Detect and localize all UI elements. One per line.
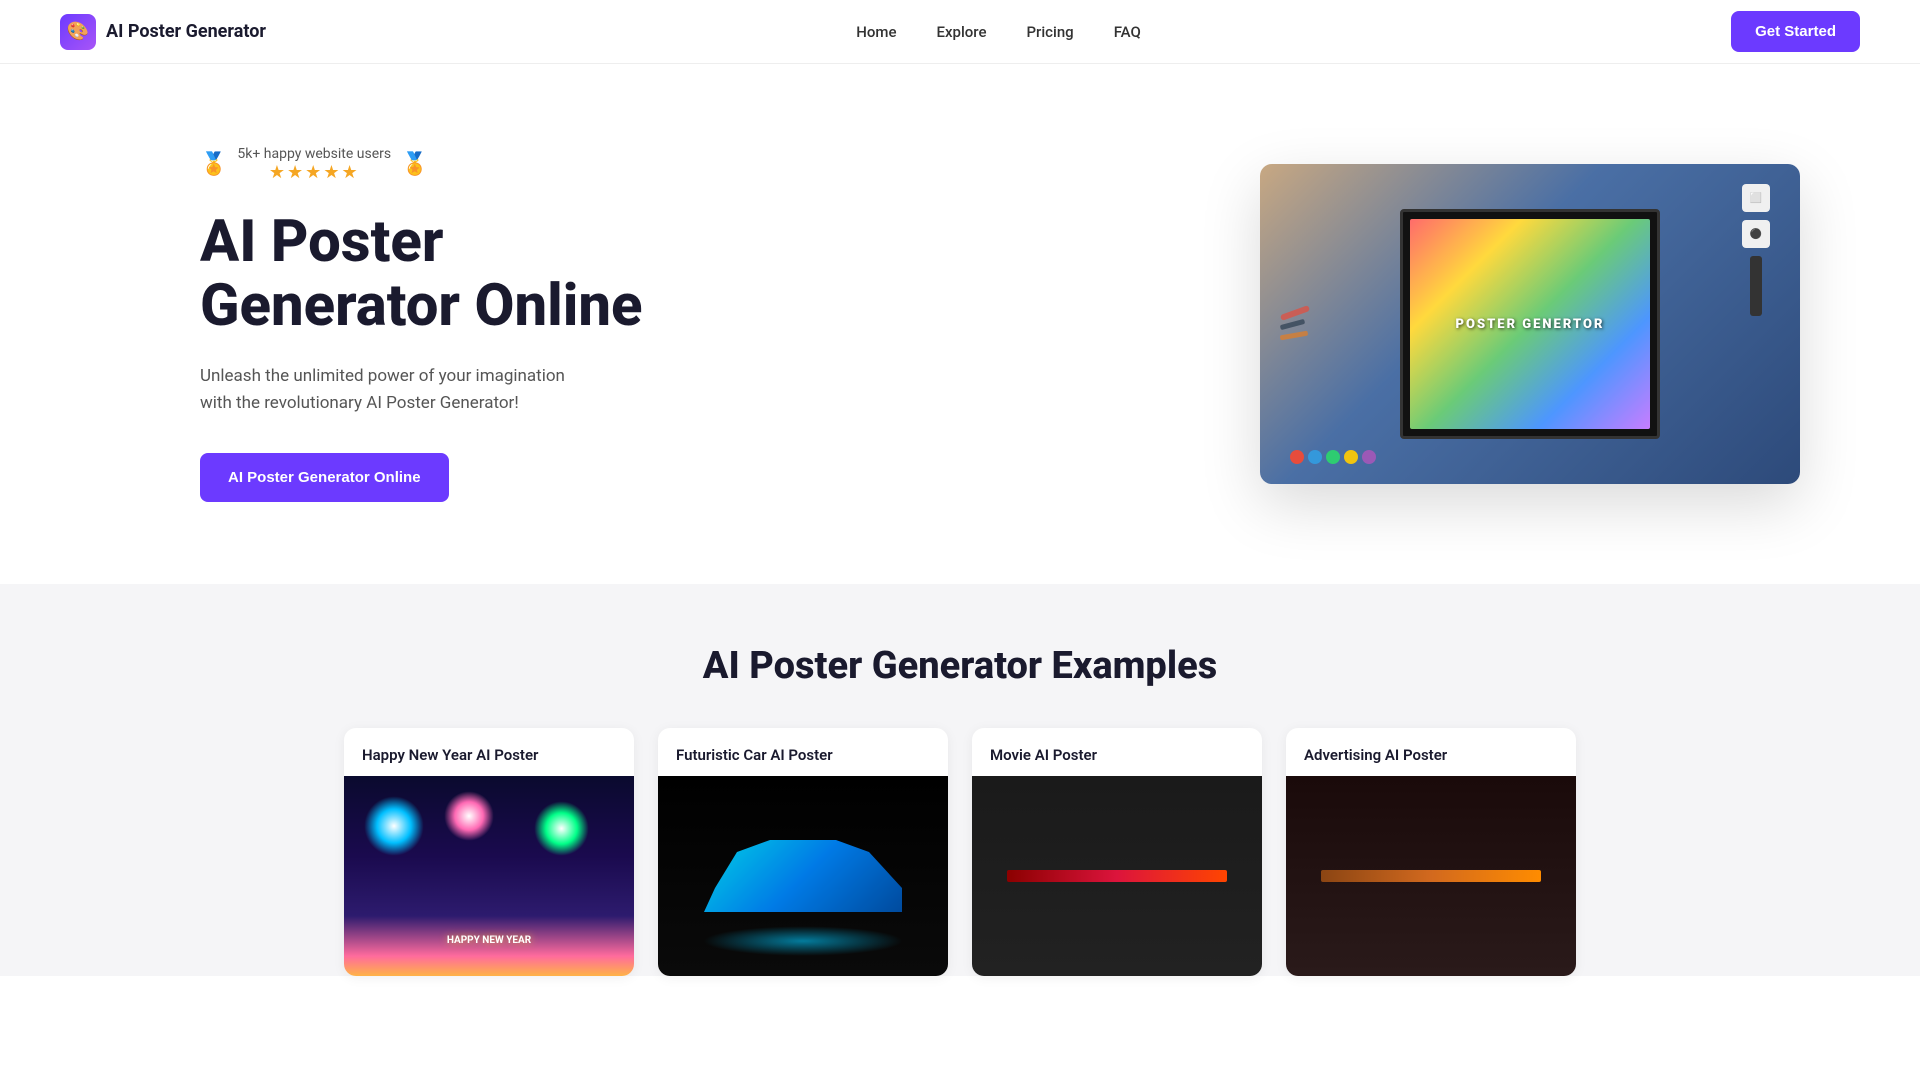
- navbar: 🎨 AI Poster Generator Home Explore Prici…: [0, 0, 1920, 64]
- happy-new-year-text: HAPPY NEW YEAR: [447, 935, 531, 946]
- car-shape: [693, 816, 913, 936]
- laurel-left-icon: 🏅: [200, 152, 227, 177]
- nav-faq[interactable]: FAQ: [1114, 23, 1141, 41]
- ad-bar: [1321, 870, 1541, 882]
- card-image-futuristic-car: [658, 776, 948, 976]
- logo[interactable]: 🎨 AI Poster Generator: [60, 14, 266, 50]
- firework-2: [444, 791, 494, 841]
- hero-image-area: POSTER GENERTOR ⬜ ⚫: [1260, 164, 1800, 484]
- hero-badge: 🏅 5k+ happy website users ★★★★★ 🏅: [200, 146, 660, 183]
- tool-icons: ⬜ ⚫: [1742, 184, 1770, 316]
- card-title-advertising: Advertising AI Poster: [1286, 728, 1576, 776]
- laurel-right-icon: 🏅: [401, 152, 428, 177]
- examples-title: AI Poster Generator Examples: [60, 644, 1860, 688]
- card-title-futuristic-car: Futuristic Car AI Poster: [658, 728, 948, 776]
- firework-1: [364, 796, 424, 856]
- hero-subtitle: Unleash the unlimited power of your imag…: [200, 363, 580, 417]
- hero-content: 🏅 5k+ happy website users ★★★★★ 🏅 AI Pos…: [200, 146, 660, 502]
- car-glow: [703, 926, 903, 956]
- logo-icon: 🎨: [60, 14, 96, 50]
- card-title-movie: Movie AI Poster: [972, 728, 1262, 776]
- tool-icon-2: ⚫: [1742, 220, 1770, 248]
- examples-section: AI Poster Generator Examples Happy New Y…: [0, 584, 1920, 976]
- nav-links: Home Explore Pricing FAQ: [856, 23, 1141, 41]
- logo-text: AI Poster Generator: [106, 21, 266, 42]
- get-started-button[interactable]: Get Started: [1731, 11, 1860, 52]
- example-card-happy-new-year[interactable]: Happy New Year AI Poster HAPPY NEW YEAR: [344, 728, 634, 976]
- examples-grid: Happy New Year AI Poster HAPPY NEW YEAR …: [60, 728, 1860, 976]
- badge-label: 5k+ happy website users: [237, 146, 391, 162]
- nav-home[interactable]: Home: [856, 23, 896, 41]
- tool-pen: [1750, 256, 1762, 316]
- card-image-movie: [972, 776, 1262, 976]
- tool-icon-1: ⬜: [1742, 184, 1770, 212]
- hero-cta-button[interactable]: AI Poster Generator Online: [200, 453, 449, 502]
- movie-bar: [1007, 870, 1227, 882]
- badge-text-block: 5k+ happy website users ★★★★★: [237, 146, 391, 183]
- firework-3: [534, 801, 589, 856]
- poster-inner: POSTER GENERTOR: [1410, 219, 1650, 429]
- hero-image: POSTER GENERTOR ⬜ ⚫: [1260, 164, 1800, 484]
- hero-image-container: POSTER GENERTOR ⬜ ⚫: [1260, 164, 1800, 484]
- example-card-movie[interactable]: Movie AI Poster: [972, 728, 1262, 976]
- card-title-happy-new-year: Happy New Year AI Poster: [344, 728, 634, 776]
- color-palette: [1290, 450, 1376, 464]
- star-rating: ★★★★★: [237, 162, 391, 183]
- example-card-advertising[interactable]: Advertising AI Poster: [1286, 728, 1576, 976]
- hero-section: 🏅 5k+ happy website users ★★★★★ 🏅 AI Pos…: [0, 64, 1920, 584]
- nav-pricing[interactable]: Pricing: [1026, 23, 1073, 41]
- example-card-futuristic-car[interactable]: Futuristic Car AI Poster: [658, 728, 948, 976]
- poster-frame: POSTER GENERTOR: [1400, 209, 1660, 439]
- card-image-happy-new-year: HAPPY NEW YEAR: [344, 776, 634, 976]
- poster-label: POSTER GENERTOR: [1456, 317, 1605, 332]
- card-image-advertising: [1286, 776, 1576, 976]
- hero-title: AI Poster Generator Online: [200, 211, 660, 339]
- nav-explore[interactable]: Explore: [937, 23, 987, 41]
